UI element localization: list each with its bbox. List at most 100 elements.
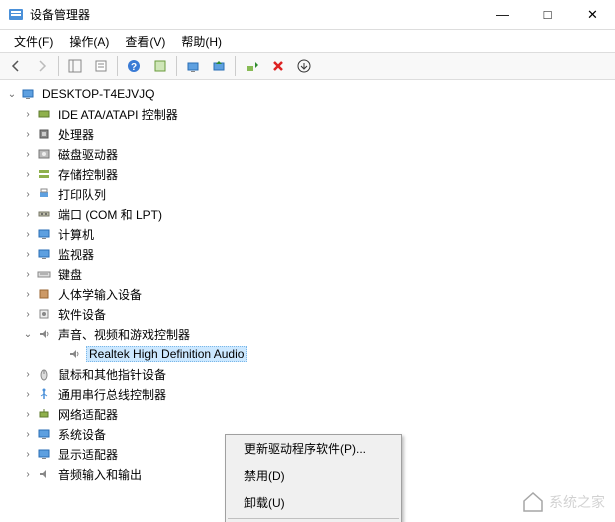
tree-node[interactable]: › 打印队列 [0,184,615,204]
tree-node[interactable]: ›通用串行总线控制器 [0,384,615,404]
expand-icon[interactable]: › [20,169,36,180]
toolbar-sep [176,56,177,76]
toolbar-sep [235,56,236,76]
hid-icon [36,286,52,302]
mouse-icon [36,366,52,382]
toolbar-sep [117,56,118,76]
tree-node[interactable]: › 人体学输入设备 [0,284,615,304]
collapse-icon[interactable]: ⌄ [4,89,20,100]
cpu-icon [36,126,52,142]
tree-node[interactable]: › 键盘 [0,264,615,284]
expand-icon[interactable]: › [20,249,36,260]
expand-icon[interactable]: › [20,369,36,380]
tree-node-label: Realtek High Definition Audio [86,346,247,362]
expand-icon[interactable]: › [20,409,36,420]
usb-icon [36,386,52,402]
expand-icon[interactable]: ⌄ [20,329,36,340]
expand-icon[interactable]: › [20,269,36,280]
expand-icon[interactable]: › [20,129,36,140]
tree-node-label: 监视器 [56,246,96,263]
expand-icon[interactable]: › [20,149,36,160]
action-button[interactable] [148,55,172,77]
update-driver-button[interactable] [207,55,231,77]
tree-node-label: 音频输入和输出 [56,466,144,483]
device-tree[interactable]: ⌄ DESKTOP-T4EJVJQ ›IDE ATA/ATAPI 控制器›处理器… [0,80,615,522]
tree-node[interactable]: › 软件设备 [0,304,615,324]
toolbar: ? [0,52,615,80]
context-menu-disable[interactable]: 禁用(D) [226,462,401,489]
tree-node-label: 网络适配器 [56,406,120,423]
display-icon [36,446,52,462]
watermark: 系统之家 [521,490,605,514]
scan-hardware-button[interactable] [181,55,205,77]
tree-node-label: 显示适配器 [56,446,120,463]
network-icon [36,406,52,422]
expand-icon[interactable]: › [20,309,36,320]
computer-icon [36,226,52,242]
tree-node-label: 计算机 [56,226,96,243]
window-title: 设备管理器 [30,6,480,23]
help-button[interactable]: ? [122,55,146,77]
software-icon [36,306,52,322]
maximize-button[interactable]: □ [525,0,570,29]
menubar: 文件(F) 操作(A) 查看(V) 帮助(H) [0,30,615,52]
minimize-button[interactable]: — [480,0,525,29]
expand-icon[interactable]: › [20,389,36,400]
enable-button[interactable] [240,55,264,77]
tree-node-label: 键盘 [56,266,84,283]
watermark-text: 系统之家 [549,492,605,512]
storage-icon [36,166,52,182]
context-menu-separator [228,518,399,519]
tree-node-label: 端口 (COM 和 LPT) [56,206,164,223]
menu-view[interactable]: 查看(V) [117,31,173,52]
tree-node-label: 打印队列 [56,186,108,203]
monitor-icon [36,246,52,262]
tree-node[interactable]: ›存储控制器 [0,164,615,184]
tree-node[interactable]: › 网络适配器 [0,404,615,424]
back-button[interactable] [4,55,28,77]
tree-node-label: 人体学输入设备 [56,286,144,303]
tree-node[interactable]: › 处理器 [0,124,615,144]
computer-icon [20,86,36,102]
expand-icon[interactable]: › [20,229,36,240]
tree-node[interactable]: › 鼠标和其他指针设备 [0,364,615,384]
menu-action[interactable]: 操作(A) [61,31,117,52]
expand-icon[interactable]: › [20,189,36,200]
expand-icon[interactable]: › [20,289,36,300]
tree-node-label: 系统设备 [56,426,108,443]
toolbar-sep [58,56,59,76]
tree-node[interactable]: › 端口 (COM 和 LPT) [0,204,615,224]
context-menu-update-driver[interactable]: 更新驱动程序软件(P)... [226,435,401,462]
expand-icon[interactable]: › [20,209,36,220]
tree-root-label: DESKTOP-T4EJVJQ [40,87,156,101]
expand-icon[interactable]: › [20,109,36,120]
window-buttons: — □ ✕ [480,0,615,29]
context-menu: 更新驱动程序软件(P)...禁用(D)卸载(U)扫描检测硬件改动(A)属性(R) [225,434,402,522]
sound-icon [66,346,82,362]
titlebar: 设备管理器 — □ ✕ [0,0,615,30]
tree-node[interactable]: › 监视器 [0,244,615,264]
expand-icon[interactable]: › [20,429,36,440]
expand-icon[interactable]: › [20,469,36,480]
expand-icon[interactable]: › [20,449,36,460]
uninstall-button[interactable] [266,55,290,77]
tree-node-selected[interactable]: Realtek High Definition Audio [0,344,615,364]
tree-node[interactable]: ⌄声音、视频和游戏控制器 [0,324,615,344]
tree-node[interactable]: › 计算机 [0,224,615,244]
close-button[interactable]: ✕ [570,0,615,29]
tree-node-label: 软件设备 [56,306,108,323]
app-icon [8,7,24,23]
context-menu-uninstall[interactable]: 卸载(U) [226,489,401,516]
show-hide-tree-button[interactable] [63,55,87,77]
menu-help[interactable]: 帮助(H) [173,31,230,52]
tree-root[interactable]: ⌄ DESKTOP-T4EJVJQ [0,84,615,104]
disk-icon [36,146,52,162]
down-button[interactable] [292,55,316,77]
properties-button[interactable] [89,55,113,77]
tree-node[interactable]: ›IDE ATA/ATAPI 控制器 [0,104,615,124]
menu-file[interactable]: 文件(F) [6,31,61,52]
tree-node[interactable]: ›磁盘驱动器 [0,144,615,164]
tree-node-label: 鼠标和其他指针设备 [56,366,168,383]
forward-button[interactable] [30,55,54,77]
tree-node-label: 处理器 [56,126,96,143]
